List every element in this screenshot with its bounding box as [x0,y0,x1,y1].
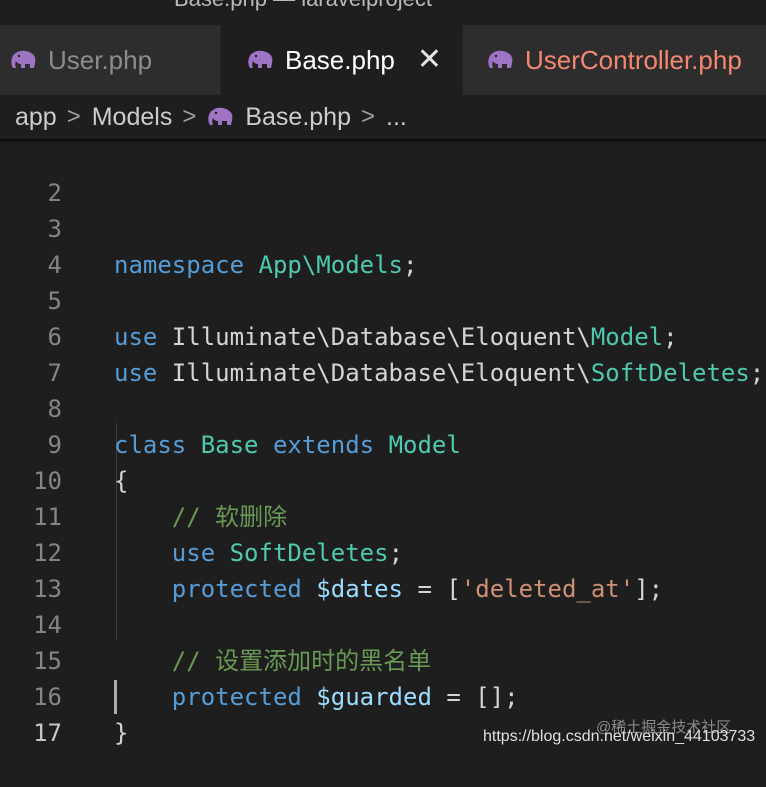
text-cursor [114,680,117,714]
tab-usercontroller-php[interactable]: UserController.php [463,25,766,95]
window-title: Base.php — laravelproject [174,0,432,12]
breadcrumb-item-app[interactable]: app [15,103,57,132]
code-token: } [114,719,129,747]
code-line: 10 // 软删除 [0,427,766,531]
php-elephant-icon [10,49,38,71]
code-line: 9 { [0,391,766,495]
code-editor[interactable]: 2 3 namespace App\Models; 4 5 use Illumi… [0,139,766,747]
breadcrumb-shadow [0,139,766,143]
close-icon[interactable]: ✕ [417,45,442,75]
tab-bar: User.php Base.php ✕ UserController.php [0,25,766,95]
tab-label: UserController.php [525,44,742,75]
tab-label: User.php [48,44,153,75]
code-line: 12 protected $dates = ['deleted_at']; [0,499,766,603]
breadcrumb-item-symbol[interactable]: ... [386,103,407,132]
tab-label: Base.php [285,44,395,75]
code-line: 7 [0,319,766,387]
php-elephant-icon [487,49,515,71]
code-line: 4 [0,211,766,279]
chevron-right-icon: > [360,103,375,130]
breadcrumb: app > Models > Base.php > ... [0,95,766,139]
code-line: 8 class Base extends Model [0,355,766,459]
chevron-right-icon: > [66,103,81,130]
breadcrumb-item-models[interactable]: Models [92,103,173,132]
code-line: 11 use SoftDeletes; [0,463,766,567]
code-line: 6 use Illuminate\Database\Eloquent\SoftD… [0,283,766,387]
tab-base-php[interactable]: Base.php ✕ [221,25,462,95]
chevron-right-icon: > [182,103,197,130]
breadcrumb-item-file[interactable]: Base.php [245,103,351,132]
code-line: 13 [0,535,766,603]
watermark-url: https://blog.csdn.net/weixin_44103733 [483,728,756,745]
code-line: 5 use Illuminate\Database\Eloquent\Model… [0,247,766,351]
line-number: 17 [33,719,62,747]
code-line: 3 namespace App\Models; [0,175,766,279]
php-elephant-icon [247,49,275,71]
code-line: 16 } [0,643,766,747]
tab-user-php[interactable]: User.php [0,25,220,95]
code-line: 15 protected $guarded = []; [0,607,766,711]
title-bar: Base.php — laravelproject [0,0,766,25]
php-elephant-icon [207,106,235,128]
code-line: 14 // 设置添加时的黑名单 [0,571,766,675]
code-line: 2 [0,139,766,207]
code-content: } [114,715,128,751]
